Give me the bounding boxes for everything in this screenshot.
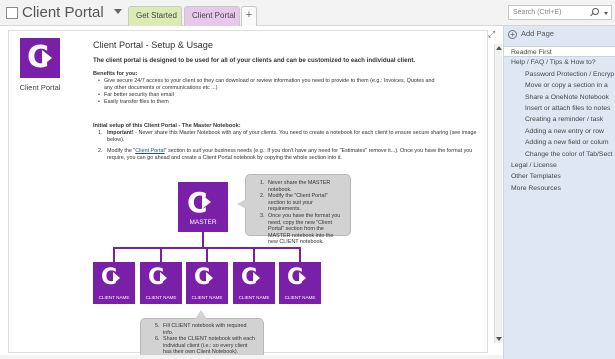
page-item-password-protection[interactable]: Password Protection / Encryp	[504, 69, 615, 80]
callout-line: 3. Once you have the format you need, cop…	[260, 212, 341, 246]
benefits-heading: Benefits for you:	[93, 71, 138, 77]
step-lead: Important!	[107, 130, 134, 136]
add-page-label: Add Page	[521, 29, 554, 38]
page-item-move-copy-section[interactable]: Move or copy a section in a	[504, 80, 615, 91]
step-number: 1.	[98, 130, 103, 136]
scroll-up-icon[interactable]	[496, 46, 502, 50]
master-label: MASTER	[189, 219, 217, 226]
step-text-pre: Modify the "	[107, 148, 136, 154]
client-notebook-icon: C CLIENT NAME	[186, 262, 228, 304]
page-list-pane: + Add Page Readme First Help / FAQ / Tips…	[503, 26, 615, 359]
setup-heading: Initial setup of this Client Portal - Th…	[93, 123, 241, 129]
client-label: CLIENT NAME	[98, 295, 130, 300]
page-item-creating-reminder[interactable]: Creating a reminder / task	[504, 114, 615, 125]
notebook-icon[interactable]	[6, 7, 18, 19]
add-icon: +	[508, 30, 517, 39]
page-item-change-tab-color[interactable]: Change the color of Tab/Sect	[504, 149, 615, 160]
client-notebook-icon: C CLIENT NAME	[140, 262, 182, 304]
callout-line: 6. Share the CLIENT notebook with each in…	[155, 336, 255, 356]
callout-line: 2. Modify the "Client Portal" section to …	[260, 193, 328, 213]
client-notebook-icon: C CLIENT NAME	[279, 262, 321, 304]
page-item-adding-field-column[interactable]: Adding a new field or colum	[504, 137, 615, 148]
page-item-more-resources[interactable]: More Resources	[504, 183, 615, 194]
chevron-down-icon[interactable]	[114, 9, 122, 14]
client-label: CLIENT NAME	[145, 295, 177, 300]
setup-step: 2. Modify the "Client Portal" section to…	[98, 148, 478, 162]
scroll-down-icon[interactable]	[496, 337, 502, 341]
client-label: CLIENT NAME	[284, 295, 316, 300]
list-item: Easily transfer files to them	[98, 99, 438, 106]
tab-client-portal[interactable]: Client Portal	[184, 6, 240, 26]
step-text: - Never share this Master Notebook with …	[107, 130, 477, 143]
page-item-share-notebook[interactable]: Share a OneNote Notebook	[504, 92, 615, 103]
list-item: Give secure 24/7 access to your client s…	[98, 78, 438, 92]
intro-text: The client portal is designed to be used…	[93, 57, 416, 64]
page-item-legal-license[interactable]: Legal / License	[504, 160, 615, 171]
notebook-title[interactable]: Client Portal	[22, 4, 104, 21]
client-portal-link[interactable]: Client Portal	[135, 148, 164, 154]
top-bar: Client Portal Get Started Client Portal …	[0, 0, 615, 26]
page-list: Readme First Help / FAQ / Tips & How to?…	[504, 46, 615, 194]
search-input[interactable]: Search (Ctrl+E)	[508, 5, 612, 20]
setup-steps: 1. Important! - Never share this Master …	[98, 130, 478, 166]
tree-connector	[202, 232, 204, 248]
callout-master-steps: 1. Never share the MASTER notebook. 2. Mod…	[237, 174, 351, 245]
bottom-edge	[0, 355, 503, 359]
page-scrollbar[interactable]	[494, 44, 502, 343]
callout-line: 1. Never share the MASTER notebook.	[260, 180, 331, 193]
side-logo-label: Client Portal	[19, 83, 61, 92]
step-number: 2.	[98, 148, 103, 154]
client-portal-logo-icon: C	[20, 38, 60, 78]
page-item-adding-entry-row[interactable]: Adding a new entry or row	[504, 126, 615, 137]
expand-icon[interactable]: ⤢	[488, 29, 495, 40]
client-label: CLIENT NAME	[191, 295, 223, 300]
client-notebook-icon: C CLIENT NAME	[93, 262, 135, 304]
page-item-readme-first[interactable]: Readme First	[504, 46, 615, 58]
page-item-insert-attach-files[interactable]: Insert or attach files to notes	[504, 103, 615, 114]
callout-client-steps: 5. Fill CLIENT notebook with required inf…	[140, 310, 264, 358]
page-title: Client Portal - Setup & Usage	[93, 40, 214, 50]
callout-line: 5. Fill CLIENT notebook with required inf…	[155, 323, 247, 336]
tab-get-started[interactable]: Get Started	[128, 6, 182, 26]
client-notebook-icon: C CLIENT NAME	[233, 262, 275, 304]
search-icon[interactable]	[592, 8, 599, 15]
tree-connector	[253, 247, 255, 262]
search-placeholder: Search (Ctrl+E)	[513, 9, 562, 16]
list-item: Far better security than email	[98, 92, 438, 99]
page-item-other-templates[interactable]: Other Templates	[504, 171, 615, 182]
tree-connector	[206, 247, 208, 262]
search-scope-chevron-icon[interactable]	[604, 12, 608, 15]
client-label: CLIENT NAME	[238, 295, 270, 300]
setup-step: 1. Important! - Never share this Master …	[98, 130, 478, 144]
tree-connector	[160, 247, 162, 262]
tree-connector	[299, 247, 301, 262]
benefits-list: Give secure 24/7 access to your client s…	[98, 78, 438, 106]
tree-connector	[113, 247, 115, 262]
add-section-button[interactable]: +	[241, 6, 257, 26]
add-page-button[interactable]: + Add Page	[508, 26, 554, 42]
page-item-help-faq[interactable]: Help / FAQ / Tips & How to?	[504, 57, 615, 68]
